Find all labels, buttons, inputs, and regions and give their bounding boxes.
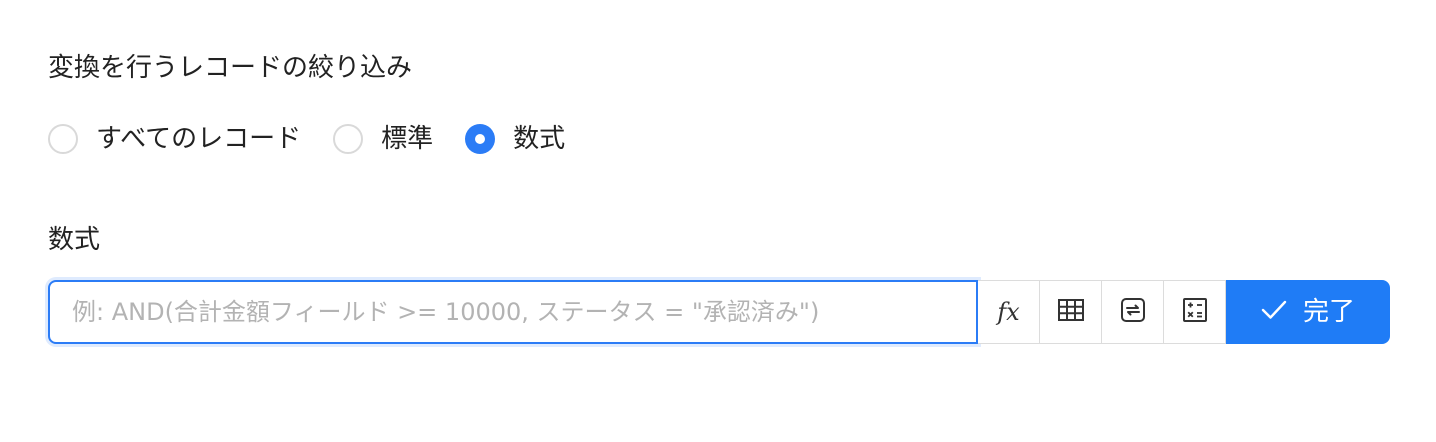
formula-input-group: fx <box>48 280 1390 344</box>
formula-input[interactable] <box>48 280 978 344</box>
radio-label-formula: 数式 <box>513 124 566 154</box>
table-icon <box>1057 299 1084 325</box>
radio-option-all-records[interactable]: すべてのレコード <box>48 121 301 157</box>
calculator-icon <box>1182 298 1207 326</box>
refresh-icon <box>1120 298 1145 326</box>
radio-label-all-records: すべてのレコード <box>96 124 302 154</box>
table-button[interactable] <box>1040 280 1102 344</box>
radio-option-standard[interactable]: 標準 <box>333 121 433 157</box>
radio-button-all-records[interactable] <box>48 124 78 154</box>
function-icon: fx <box>997 298 1020 326</box>
radio-button-formula[interactable] <box>465 124 496 154</box>
radio-label-standard: 標準 <box>381 124 434 154</box>
calculator-button[interactable] <box>1164 280 1226 344</box>
done-button-label: 完了 <box>1302 297 1355 327</box>
record-filter-radio-group: すべてのレコード 標準 数式 <box>48 117 597 161</box>
filter-section-title: 変換を行うレコードの絞り込み <box>48 53 413 83</box>
check-icon <box>1261 300 1287 324</box>
radio-button-standard[interactable] <box>333 124 364 154</box>
refresh-button[interactable] <box>1102 280 1164 344</box>
radio-option-formula[interactable]: 数式 <box>465 121 565 157</box>
function-button[interactable]: fx <box>978 280 1040 344</box>
done-button[interactable]: 完了 <box>1226 280 1390 344</box>
formula-field-label: 数式 <box>48 225 101 255</box>
